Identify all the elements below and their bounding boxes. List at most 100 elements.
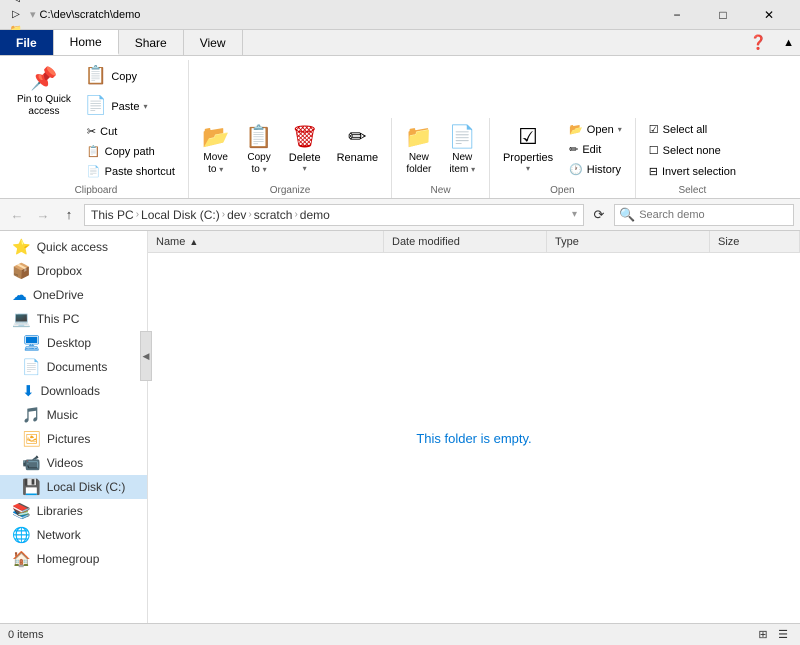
paste-button[interactable]: 📄 Paste ▾ (80, 92, 182, 121)
sidebar-item-documents[interactable]: 📄 Documents (0, 355, 147, 379)
paste-shortcut-button[interactable]: 📄 Paste shortcut (80, 162, 182, 181)
forward-button[interactable]: → (32, 204, 54, 226)
clipboard-label: Clipboard (75, 181, 118, 198)
select-all-icon: ☑ (649, 123, 659, 136)
sidebar-item-desktop[interactable]: 🖥 Desktop (0, 331, 147, 355)
sidebar-item-pictures[interactable]: 🖼 Pictures (0, 427, 147, 451)
col-date-label: Date modified (392, 236, 460, 248)
sidebar-item-local-disk[interactable]: 💾 Local Disk (C:) (0, 475, 147, 499)
breadcrumb[interactable]: This PC › Local Disk (C:) › dev › scratc… (84, 204, 584, 226)
move-to-button[interactable]: 📂 Moveto ▾ (195, 120, 236, 180)
sidebar-item-downloads[interactable]: ⬇ Downloads (0, 379, 147, 403)
help-button[interactable]: ❓ (740, 30, 777, 55)
network-icon: 🌐 (12, 526, 31, 544)
new-buttons: 📁 Newfolder 📄 Newitem ▾ (398, 120, 483, 180)
breadcrumb-dropdown[interactable]: ▾ (572, 209, 577, 220)
copy-to-button[interactable]: 📋 Copyto ▾ (238, 120, 279, 180)
sidebar-item-onedrive[interactable]: ☁ OneDrive (0, 283, 147, 307)
properties-icon: ☑ (518, 124, 538, 150)
titlebar-path: C:\dev\scratch\demo (40, 9, 141, 21)
refresh-button[interactable]: ⟳ (588, 204, 610, 226)
close-button[interactable]: ✕ (746, 0, 792, 30)
select-none-button[interactable]: ☐ Select none (642, 141, 743, 160)
rename-label: Rename (337, 152, 379, 164)
quick-access-icon: ⭐ (12, 238, 31, 256)
move-icon: 📂 (202, 124, 229, 150)
sidebar-item-this-pc[interactable]: 💻 This PC (0, 307, 147, 331)
sidebar-item-network[interactable]: 🌐 Network (0, 523, 147, 547)
sidebar-item-label-this-pc: This PC (37, 312, 139, 326)
clipboard-buttons: 📌 Pin to Quickaccess 📋 Copy 📄 Paste ▾ ✂ (10, 62, 182, 181)
new-folder-button[interactable]: 📁 Newfolder (398, 120, 439, 180)
col-size-label: Size (718, 236, 739, 248)
search-input[interactable] (639, 209, 789, 221)
rename-button[interactable]: ✏ Rename (330, 120, 386, 168)
scissors-icon: ✂ (87, 125, 96, 138)
tab-view[interactable]: View (184, 30, 243, 55)
paste-label: Paste (111, 101, 139, 113)
col-header-type[interactable]: Type (547, 231, 710, 252)
titlebar: ◁ ▷ 📁 ▾ C:\dev\scratch\demo − □ ✕ (0, 0, 800, 30)
sidebar-item-music[interactable]: 🎵 Music (0, 403, 147, 427)
sidebar-item-label-quick-access: Quick access (37, 240, 139, 254)
col-header-name[interactable]: Name ▲ (148, 231, 384, 252)
sidebar-item-label-desktop: Desktop (47, 336, 139, 350)
sidebar-item-dropbox[interactable]: 📦 Dropbox (0, 259, 147, 283)
ribbon-collapse-button[interactable]: ▲ (777, 30, 800, 55)
col-header-date[interactable]: Date modified (384, 231, 547, 252)
minimize-button[interactable]: − (654, 0, 700, 30)
tab-file[interactable]: File (0, 30, 54, 55)
sidebar-item-quick-access[interactable]: ⭐ Quick access (0, 235, 147, 259)
new-folder-label: Newfolder (406, 152, 431, 176)
onedrive-icon: ☁ (12, 286, 27, 304)
delete-button[interactable]: 🗑 Delete ▾ (282, 120, 328, 177)
sidebar-collapse-button[interactable]: ◀ (140, 331, 152, 381)
up-button[interactable]: ↑ (58, 204, 80, 226)
cut-button[interactable]: ✂ Cut (80, 122, 182, 141)
search-icon: 🔍 (619, 207, 635, 223)
breadcrumb-part-demo[interactable]: demo (300, 208, 330, 222)
properties-button[interactable]: ☑ Properties ▾ (496, 120, 560, 177)
organize-buttons: 📂 Moveto ▾ 📋 Copyto ▾ 🗑 Delete ▾ ✏ Renam… (195, 120, 385, 180)
view-buttons: ⊞ ☰ (754, 626, 792, 644)
copy-button[interactable]: 📋 Copy (80, 62, 182, 91)
maximize-button[interactable]: □ (700, 0, 746, 30)
search-box[interactable]: 🔍 (614, 204, 794, 226)
breadcrumb-part-scratch[interactable]: scratch (254, 208, 293, 222)
select-buttons: ☑ Select all ☐ Select none ⊟ Invert sele… (642, 120, 743, 181)
this-pc-icon: 💻 (12, 310, 31, 328)
breadcrumb-part-dev[interactable]: dev (227, 208, 246, 222)
sidebar-item-libraries[interactable]: 📚 Libraries (0, 499, 147, 523)
history-button[interactable]: 🕐 History (562, 160, 629, 179)
select-all-label: Select all (663, 124, 708, 136)
sidebar-item-label-local-disk: Local Disk (C:) (47, 480, 139, 494)
sidebar-item-homegroup[interactable]: 🏠 Homegroup (0, 547, 147, 571)
sidebar-item-label-pictures: Pictures (47, 432, 139, 446)
tab-home[interactable]: Home (54, 30, 119, 55)
breadcrumb-part-localdisk[interactable]: Local Disk (C:) (141, 208, 220, 222)
back-button[interactable]: ← (6, 204, 28, 226)
col-header-size[interactable]: Size (710, 231, 800, 252)
music-icon: 🎵 (22, 406, 41, 424)
view-large-icons-button[interactable]: ⊞ (754, 626, 772, 644)
edit-icon: ✏ (569, 143, 578, 156)
copy-path-button[interactable]: 📋 Copy path (80, 142, 182, 161)
new-folder-icon: 📁 (405, 124, 432, 150)
tab-share[interactable]: Share (119, 30, 184, 55)
nav-forward-icon[interactable]: ▷ (8, 7, 24, 23)
desktop-icon: 🖥 (22, 334, 41, 352)
invert-selection-button[interactable]: ⊟ Invert selection (642, 162, 743, 181)
sidebar-item-label-libraries: Libraries (37, 504, 139, 518)
edit-button[interactable]: ✏ Edit (562, 140, 629, 159)
breadcrumb-part-thispc[interactable]: This PC (91, 208, 134, 222)
new-item-button[interactable]: 📄 Newitem ▾ (442, 120, 483, 180)
paste-icon: 📄 (85, 95, 107, 116)
status-bar: 0 items ⊞ ☰ (0, 623, 800, 645)
open-button[interactable]: 📂 Open ▾ (562, 120, 629, 139)
select-all-button[interactable]: ☑ Select all (642, 120, 743, 139)
view-details-button[interactable]: ☰ (774, 626, 792, 644)
ribbon-content: 📌 Pin to Quickaccess 📋 Copy 📄 Paste ▾ ✂ (0, 56, 800, 198)
copy-to-icon: 📋 (245, 124, 272, 150)
sidebar-item-videos[interactable]: 📹 Videos (0, 451, 147, 475)
pin-to-quick-access-button[interactable]: 📌 Pin to Quickaccess (10, 62, 78, 122)
